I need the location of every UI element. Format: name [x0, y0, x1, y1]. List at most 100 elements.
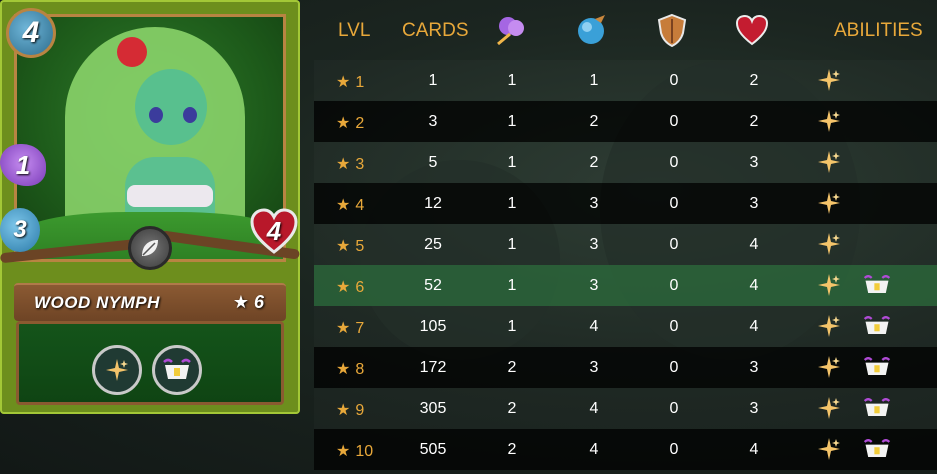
card-name-banner: WOOD NYMPH ★ 6	[14, 283, 286, 321]
health-cell: 4	[749, 277, 759, 294]
star-icon: ★	[336, 74, 351, 91]
health-cell: 3	[749, 359, 759, 376]
level-value: 9	[355, 402, 365, 419]
heal-icon[interactable]	[814, 353, 844, 381]
level-value: 10	[355, 443, 374, 460]
heal-icon[interactable]	[814, 107, 844, 135]
table-header: LVL CARDS ABILITIES	[314, 0, 937, 60]
star-icon: ★	[336, 197, 351, 214]
armor-header-icon	[652, 12, 692, 48]
table-row[interactable]: ★ 5 25 1 3 0 4	[314, 224, 937, 265]
attack-cell: 1	[507, 154, 517, 171]
heal-icon[interactable]	[814, 394, 844, 422]
star-icon: ★	[336, 156, 351, 173]
star-icon: ★	[336, 402, 351, 419]
level-cell: ★ 5	[336, 236, 386, 256]
level-cell: ★ 7	[336, 318, 386, 338]
table-row[interactable]: ★ 2 3 1 2 0 2	[314, 101, 937, 142]
armor-cell: 0	[669, 236, 679, 253]
splinter-badge	[128, 226, 172, 270]
abilities-cell	[814, 189, 844, 217]
level-cell: ★ 2	[336, 113, 386, 133]
tank-heal-icon	[163, 358, 191, 379]
tank-heal-icon[interactable]	[862, 394, 892, 422]
health-cell: 2	[749, 113, 759, 130]
attack-cell: 2	[507, 441, 517, 458]
level-stats-table: LVL CARDS ABILITIES ★ 1 1 1 1 0 2 ★ 2 3 …	[314, 0, 937, 470]
table-row[interactable]: ★ 7 105 1 4 0 4	[314, 306, 937, 347]
abilities-cell	[814, 230, 844, 258]
abilities-cell	[814, 107, 844, 135]
cards-cell: 25	[424, 236, 442, 253]
tank-heal-icon[interactable]	[862, 271, 892, 299]
heal-ability-button[interactable]	[92, 345, 142, 395]
table-row[interactable]: ★ 10 505 2 4 0 4	[314, 429, 937, 470]
flower-icon	[117, 37, 147, 67]
heal-icon[interactable]	[814, 312, 844, 340]
armor-cell: 0	[669, 154, 679, 171]
cards-cell: 105	[419, 318, 447, 335]
tank-heal-icon[interactable]	[862, 353, 892, 381]
star-icon: ★	[336, 115, 351, 132]
star-icon: ★	[336, 279, 351, 296]
heal-icon[interactable]	[814, 189, 844, 217]
star-icon: ★	[336, 361, 351, 378]
mana-stat: 4	[6, 8, 56, 58]
nymph-face	[135, 69, 207, 145]
level-cell: ★ 4	[336, 195, 386, 215]
cards-cell: 305	[419, 400, 447, 417]
attack-header-icon	[492, 12, 532, 48]
table-row[interactable]: ★ 3 5 1 2 0 3	[314, 142, 937, 183]
abilities-cell	[814, 312, 892, 340]
health-cell: 3	[749, 195, 759, 212]
attack-cell: 1	[507, 195, 517, 212]
table-row[interactable]: ★ 1 1 1 1 0 2	[314, 60, 937, 101]
speed-cell: 4	[589, 441, 599, 458]
monster-card: 4 1 3 4 WOOD NYMPH ★ 6	[0, 0, 301, 414]
table-row[interactable]: ★ 9 305 2 4 0 3	[314, 388, 937, 429]
cards-cell: 1	[428, 72, 438, 89]
heal-icon[interactable]	[814, 230, 844, 258]
speed-icon	[578, 15, 605, 44]
tank-heal-icon[interactable]	[862, 312, 892, 340]
health-header-icon	[732, 12, 772, 48]
level-value: 4	[355, 197, 365, 214]
speed-cell: 3	[589, 236, 599, 253]
level-cell: ★ 10	[336, 441, 386, 461]
heal-icon[interactable]	[814, 271, 844, 299]
table-row[interactable]: ★ 6 52 1 3 0 4	[314, 265, 937, 306]
attack-cell: 1	[507, 113, 517, 130]
speed-cell: 1	[589, 72, 599, 89]
level-value: 3	[355, 156, 365, 173]
card-level: ★ 6	[232, 292, 264, 312]
level-value: 2	[355, 115, 365, 132]
heal-icon[interactable]	[814, 148, 844, 176]
attack-icon	[497, 17, 524, 46]
nymph-eye	[183, 107, 197, 123]
table-row[interactable]: ★ 8 172 2 3 0 3	[314, 347, 937, 388]
heal-icon[interactable]	[814, 435, 844, 463]
speed-cell: 3	[589, 195, 599, 212]
level-value: 8	[355, 361, 365, 378]
leaf-icon	[142, 240, 158, 256]
level-cell: ★ 3	[336, 154, 386, 174]
cards-cell: 172	[419, 359, 447, 376]
table-row[interactable]: ★ 4 12 1 3 0 3	[314, 183, 937, 224]
abilities-cell	[814, 435, 892, 463]
cards-cell: 3	[428, 113, 438, 130]
nymph-eye	[149, 107, 163, 123]
speed-header-icon	[572, 12, 612, 48]
abilities-cell	[814, 271, 892, 299]
abilities-cell	[814, 66, 844, 94]
cards-cell: 12	[424, 195, 442, 212]
table-body: ★ 1 1 1 1 0 2 ★ 2 3 1 2 0 2 ★ 3 5 1 2 0 3 ★ 4 12 1 3 0 3 ★ 5 25 1 3 0 4 ★ 6 5…	[314, 60, 937, 470]
tank-heal-ability-button[interactable]	[152, 345, 202, 395]
armor-cell: 0	[669, 277, 679, 294]
header-lvl: LVL	[338, 20, 371, 41]
armor-icon	[657, 13, 687, 47]
heal-icon[interactable]	[814, 66, 844, 94]
tank-heal-icon[interactable]	[862, 435, 892, 463]
cards-cell: 505	[419, 441, 447, 458]
speed-cell: 4	[589, 400, 599, 417]
level-value: 7	[355, 320, 365, 337]
